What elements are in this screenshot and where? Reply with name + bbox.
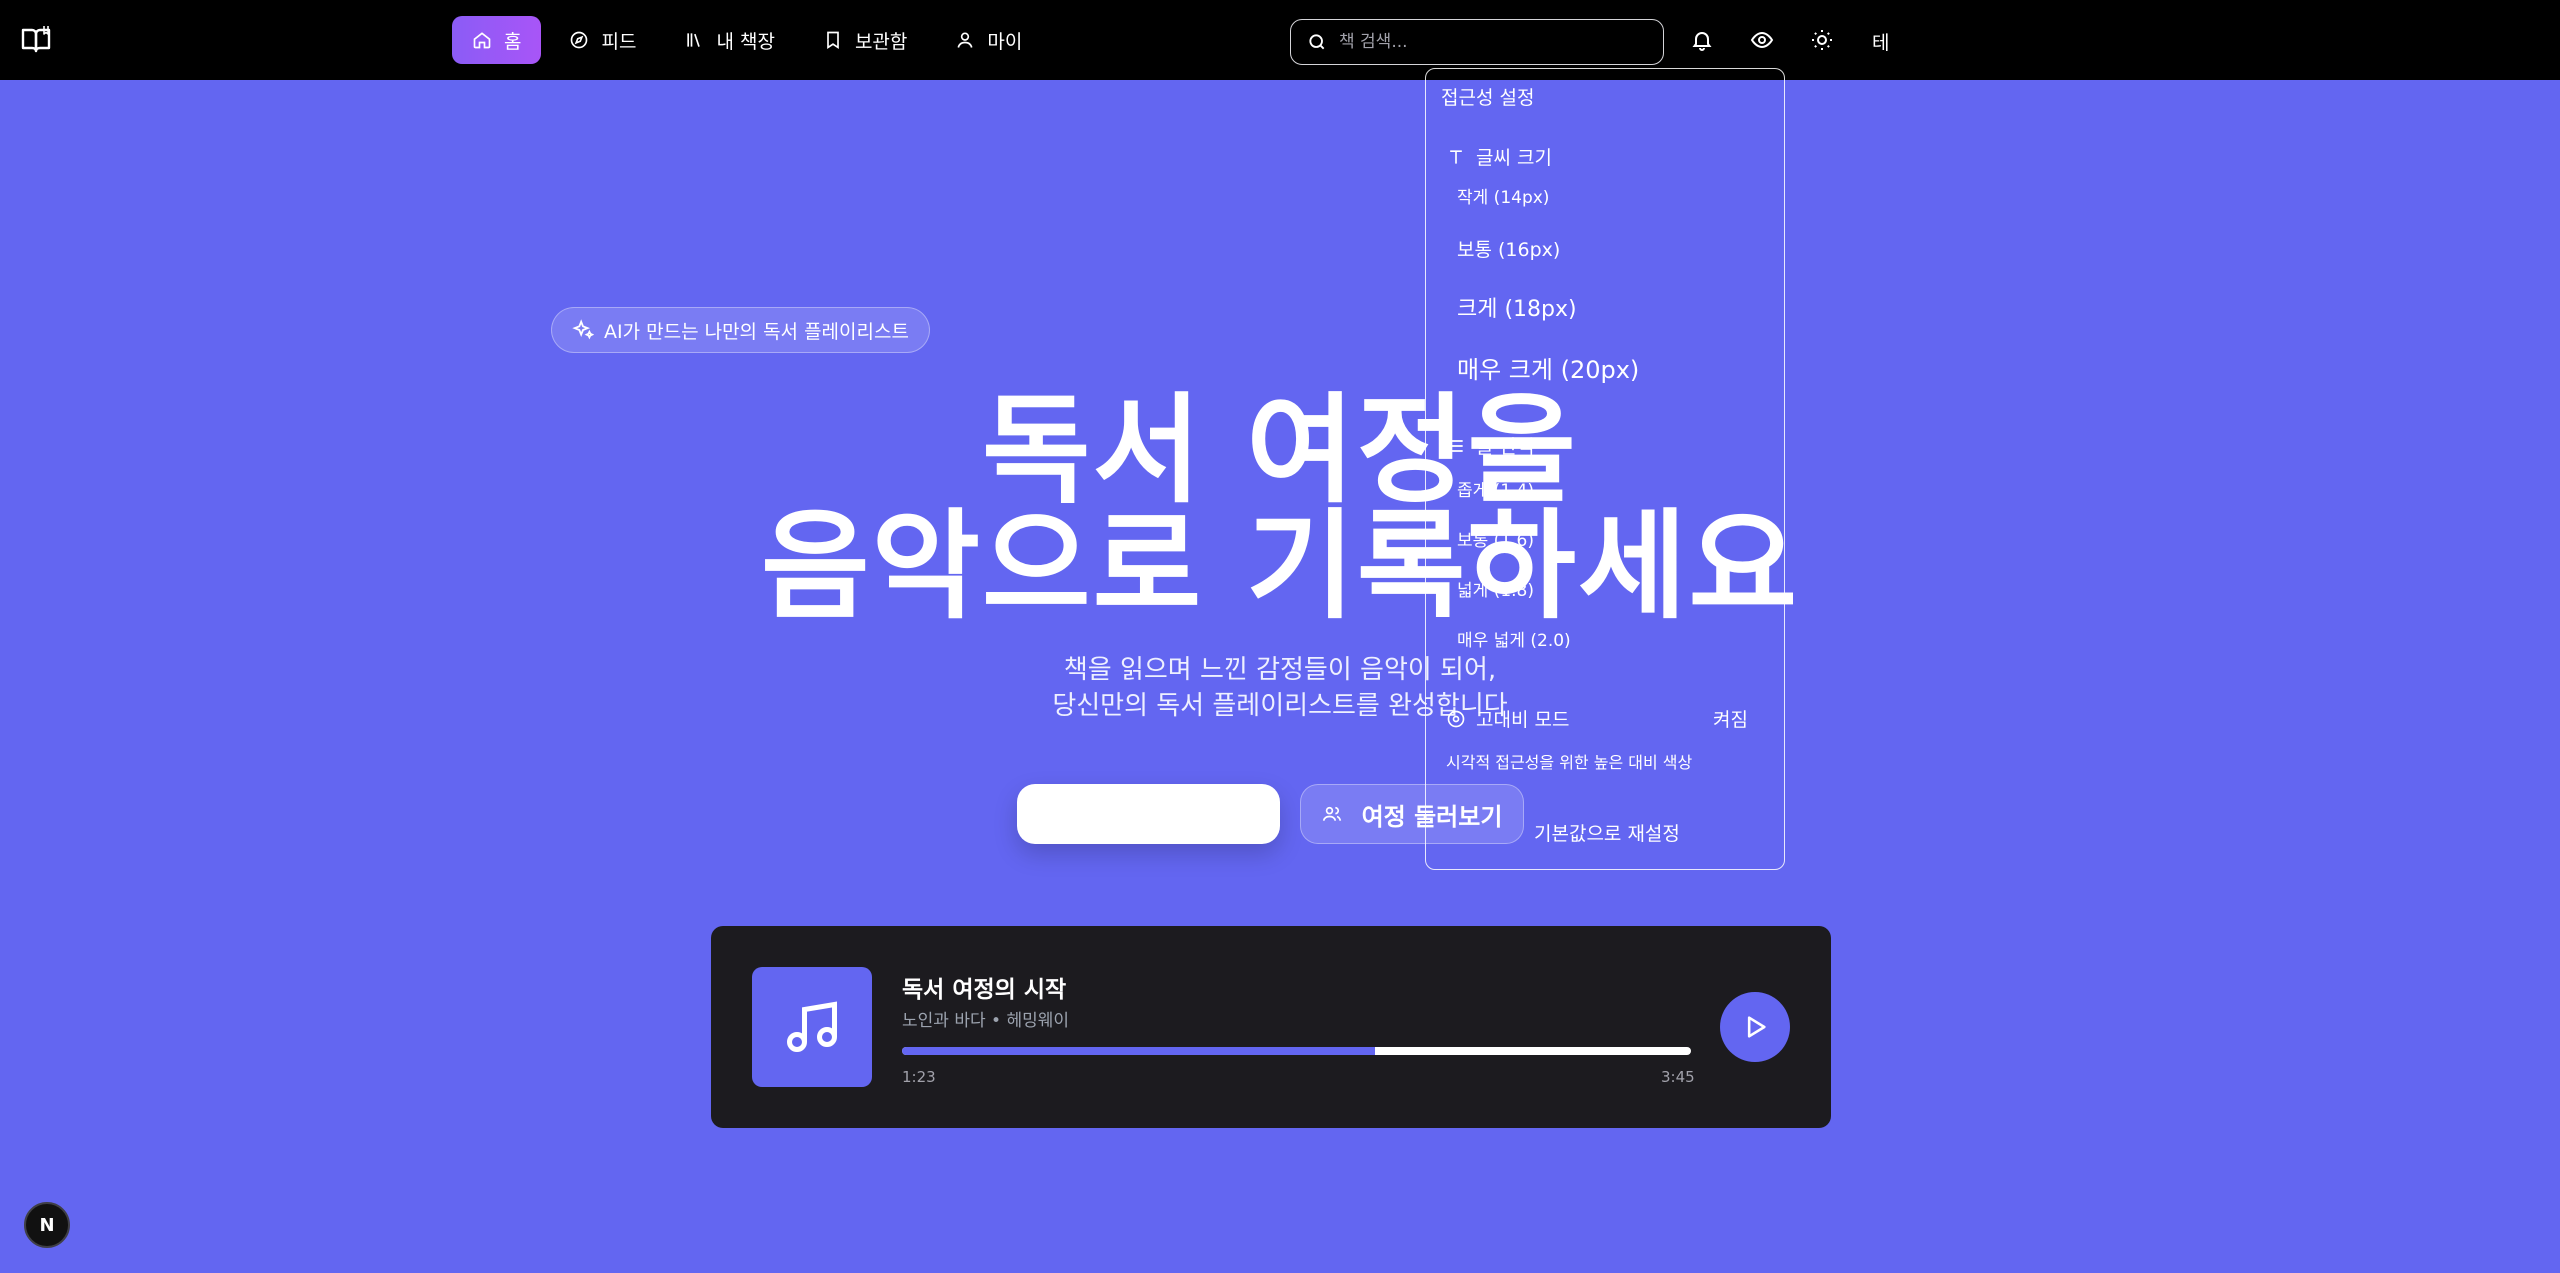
music-note-icon xyxy=(787,1001,837,1052)
font-size-option[interactable]: 보통 (16px) xyxy=(1457,235,1560,262)
library-icon xyxy=(687,33,701,47)
track-title: 독서 여정의 시작 xyxy=(902,977,1067,1003)
eye-icon[interactable] xyxy=(1748,26,1776,54)
hero-title: 독서 여정을 음악으로 기록하세요 xyxy=(0,381,2560,635)
line-height-option[interactable]: 매우 넓게 (2.0) xyxy=(1457,626,1571,651)
nav-label: 내 책장 xyxy=(716,30,775,53)
users-icon xyxy=(1322,806,1341,821)
progress-bar[interactable] xyxy=(902,1047,1691,1055)
accessibility-settings-panel: 접근성 설정 글씨 크기 작게 (14px) 보통 (16px) 크게 (18p… xyxy=(1425,68,1785,870)
hero-title-line: 음악으로 기록하세요 xyxy=(760,497,1800,635)
nav-item-my[interactable]: 마이 xyxy=(935,16,1042,64)
font-size-option[interactable]: 작게 (14px) xyxy=(1457,183,1549,208)
nav-item-home[interactable]: 홈 xyxy=(452,16,542,64)
bookmark-icon xyxy=(827,31,839,50)
book-logo-icon[interactable] xyxy=(20,24,52,56)
ai-playlist-badge: AI가 만드는 나만의 독서 플레이리스트 xyxy=(551,307,930,353)
line-spacing-icon xyxy=(1449,439,1463,452)
sparkles-icon xyxy=(572,319,594,340)
line-height-option[interactable]: 넓게 (1.8) xyxy=(1457,576,1534,601)
search-icon xyxy=(1309,34,1325,50)
search-box[interactable] xyxy=(1290,19,1664,65)
total-time: 3:45 xyxy=(1661,1068,1695,1086)
theme-toggle-label[interactable]: 테 xyxy=(1872,28,1889,55)
search-input[interactable] xyxy=(1339,32,1639,52)
high-contrast-toggle[interactable]: 켜짐 xyxy=(1713,705,1748,732)
hero-subtitle-line: 책을 읽으며 느낀 감정들이 음악이 되어, xyxy=(1063,655,1497,685)
contrast-icon xyxy=(1447,710,1465,727)
badge-text: AI가 만드는 나만의 독서 플레이리스트 xyxy=(604,320,909,343)
music-player-card: 독서 여정의 시작 노인과 바다 • 헤밍웨이 1:23 3:45 xyxy=(711,926,1831,1128)
hero-subtitle-line: 당신만의 독서 플레이리스트를 완성합니다 xyxy=(1052,691,1508,721)
line-height-option[interactable]: 보통 (1.6) xyxy=(1457,526,1534,551)
text-icon xyxy=(1450,149,1462,164)
line-height-section: 줄 간격 xyxy=(1446,432,1534,459)
bell-icon[interactable] xyxy=(1688,26,1716,54)
hero-title-line: 독서 여정을 xyxy=(982,381,1578,519)
section-label: 글씨 크기 xyxy=(1476,147,1552,169)
current-time: 1:23 xyxy=(902,1068,936,1086)
home-icon xyxy=(473,32,491,49)
font-size-option[interactable]: 매우 크게 (20px) xyxy=(1457,350,1639,385)
play-icon xyxy=(1747,1016,1766,1038)
font-size-section: 글씨 크기 xyxy=(1446,143,1552,170)
nav-label: 홈 xyxy=(504,30,522,53)
next-dev-badge[interactable]: N xyxy=(24,1202,70,1248)
progress-fill xyxy=(902,1047,1376,1055)
nav-item-bookshelf[interactable]: 내 책장 xyxy=(664,16,794,64)
high-contrast-description: 시각적 접근성을 위한 높은 대비 색상 xyxy=(1446,753,1693,772)
high-contrast-section[interactable]: 고대비 모드 xyxy=(1446,705,1569,732)
nav-label: 보관함 xyxy=(854,30,908,53)
line-height-option[interactable]: 좁게 (1.4) xyxy=(1457,476,1534,501)
nav-label: 피드 xyxy=(601,30,637,53)
play-button[interactable] xyxy=(1720,992,1790,1062)
album-art xyxy=(752,967,872,1087)
nav-item-archive[interactable]: 보관함 xyxy=(803,16,927,64)
hero-subtitle: 책을 읽으며 느낀 감정들이 음악이 되어, 당신만의 독서 플레이리스트를 완… xyxy=(0,652,2560,724)
user-icon xyxy=(957,32,973,48)
top-nav-bar: 홈 피드 내 책장 보관함 마이 테 xyxy=(0,0,2560,80)
section-label: 고대비 모드 xyxy=(1476,709,1570,731)
panel-heading: 접근성 설정 xyxy=(1441,87,1535,109)
sun-icon[interactable] xyxy=(1808,26,1836,54)
nav-label: 마이 xyxy=(987,30,1023,53)
font-size-option[interactable]: 크게 (18px) xyxy=(1457,291,1577,323)
compass-icon xyxy=(571,31,588,49)
track-meta: 노인과 바다 • 헤밍웨이 xyxy=(902,1011,1069,1031)
reset-defaults-button[interactable]: 기본값으로 재설정 xyxy=(1534,819,1680,846)
nav-item-feed[interactable]: 피드 xyxy=(549,16,656,64)
main-nav: 홈 피드 내 책장 보관함 마이 xyxy=(452,16,1042,64)
section-label: 줄 간격 xyxy=(1476,436,1535,458)
start-button[interactable] xyxy=(1017,784,1280,844)
